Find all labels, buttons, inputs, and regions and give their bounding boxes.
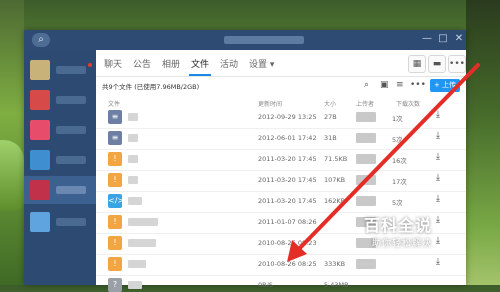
watermark-subtitle: 助你轻松解决 [372, 239, 433, 249]
watermark: 百科全说 助你轻松解决 [360, 212, 470, 258]
watermark-title: 百科全说 [364, 216, 433, 235]
